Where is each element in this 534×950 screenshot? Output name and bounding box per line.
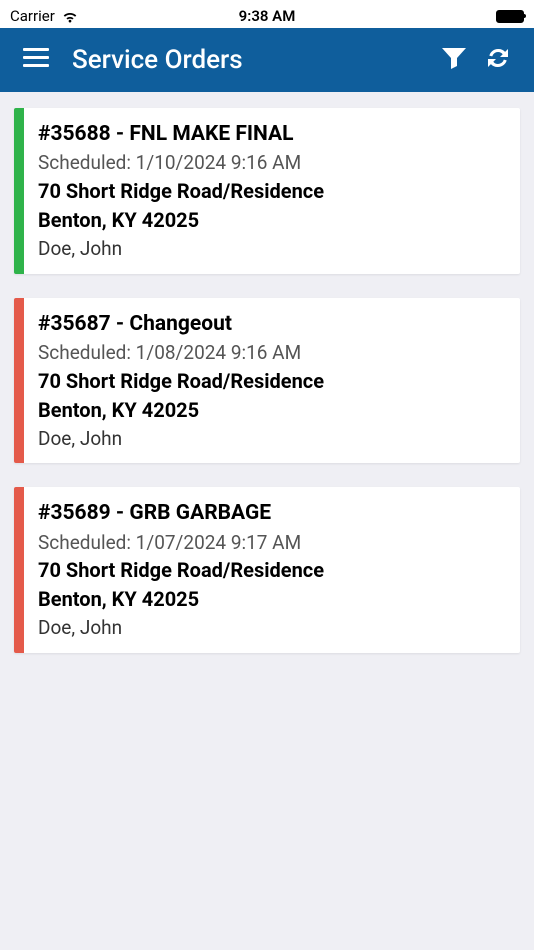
filter-icon xyxy=(441,46,467,74)
page-title: Service Orders xyxy=(72,45,243,75)
status-accent xyxy=(14,108,24,274)
order-card-body: #35688 - FNL MAKE FINAL Scheduled: 1/10/… xyxy=(24,108,520,274)
order-card[interactable]: #35689 - GRB GARBAGE Scheduled: 1/07/202… xyxy=(14,487,520,653)
order-address-line2: Benton, KY 42025 xyxy=(38,586,506,613)
order-address-line1: 70 Short Ridge Road/Residence xyxy=(38,178,506,205)
orders-list[interactable]: #35688 - FNL MAKE FINAL Scheduled: 1/10/… xyxy=(0,92,534,950)
order-card[interactable]: #35688 - FNL MAKE FINAL Scheduled: 1/10/… xyxy=(14,108,520,274)
order-card[interactable]: #35687 - Changeout Scheduled: 1/08/2024 … xyxy=(14,298,520,464)
status-right xyxy=(496,10,524,23)
status-time: 9:38 AM xyxy=(239,7,296,25)
order-title: #35687 - Changeout xyxy=(38,310,506,338)
order-card-body: #35687 - Changeout Scheduled: 1/08/2024 … xyxy=(24,298,520,464)
menu-button[interactable] xyxy=(14,38,58,82)
order-address-line1: 70 Short Ridge Road/Residence xyxy=(38,368,506,395)
carrier-label: Carrier xyxy=(10,7,55,25)
order-scheduled: Scheduled: 1/07/2024 9:17 AM xyxy=(38,530,506,556)
order-contact: Doe, John xyxy=(38,615,506,641)
battery-icon xyxy=(496,10,524,23)
wifi-icon xyxy=(61,10,79,23)
order-address-line2: Benton, KY 42025 xyxy=(38,207,506,234)
status-left: Carrier xyxy=(10,7,79,25)
hamburger-icon xyxy=(23,48,49,72)
status-accent xyxy=(14,298,24,464)
order-contact: Doe, John xyxy=(38,426,506,452)
order-address-line1: 70 Short Ridge Road/Residence xyxy=(38,557,506,584)
filter-button[interactable] xyxy=(432,38,476,82)
order-scheduled: Scheduled: 1/10/2024 9:16 AM xyxy=(38,150,506,176)
order-title: #35689 - GRB GARBAGE xyxy=(38,499,506,527)
refresh-button[interactable] xyxy=(476,38,520,82)
order-title: #35688 - FNL MAKE FINAL xyxy=(38,120,506,148)
status-bar: Carrier 9:38 AM xyxy=(0,0,534,28)
order-scheduled: Scheduled: 1/08/2024 9:16 AM xyxy=(38,340,506,366)
order-contact: Doe, John xyxy=(38,236,506,262)
order-address-line2: Benton, KY 42025 xyxy=(38,397,506,424)
refresh-icon xyxy=(484,44,512,76)
order-card-body: #35689 - GRB GARBAGE Scheduled: 1/07/202… xyxy=(24,487,520,653)
app-header: Service Orders xyxy=(0,28,534,92)
status-accent xyxy=(14,487,24,653)
